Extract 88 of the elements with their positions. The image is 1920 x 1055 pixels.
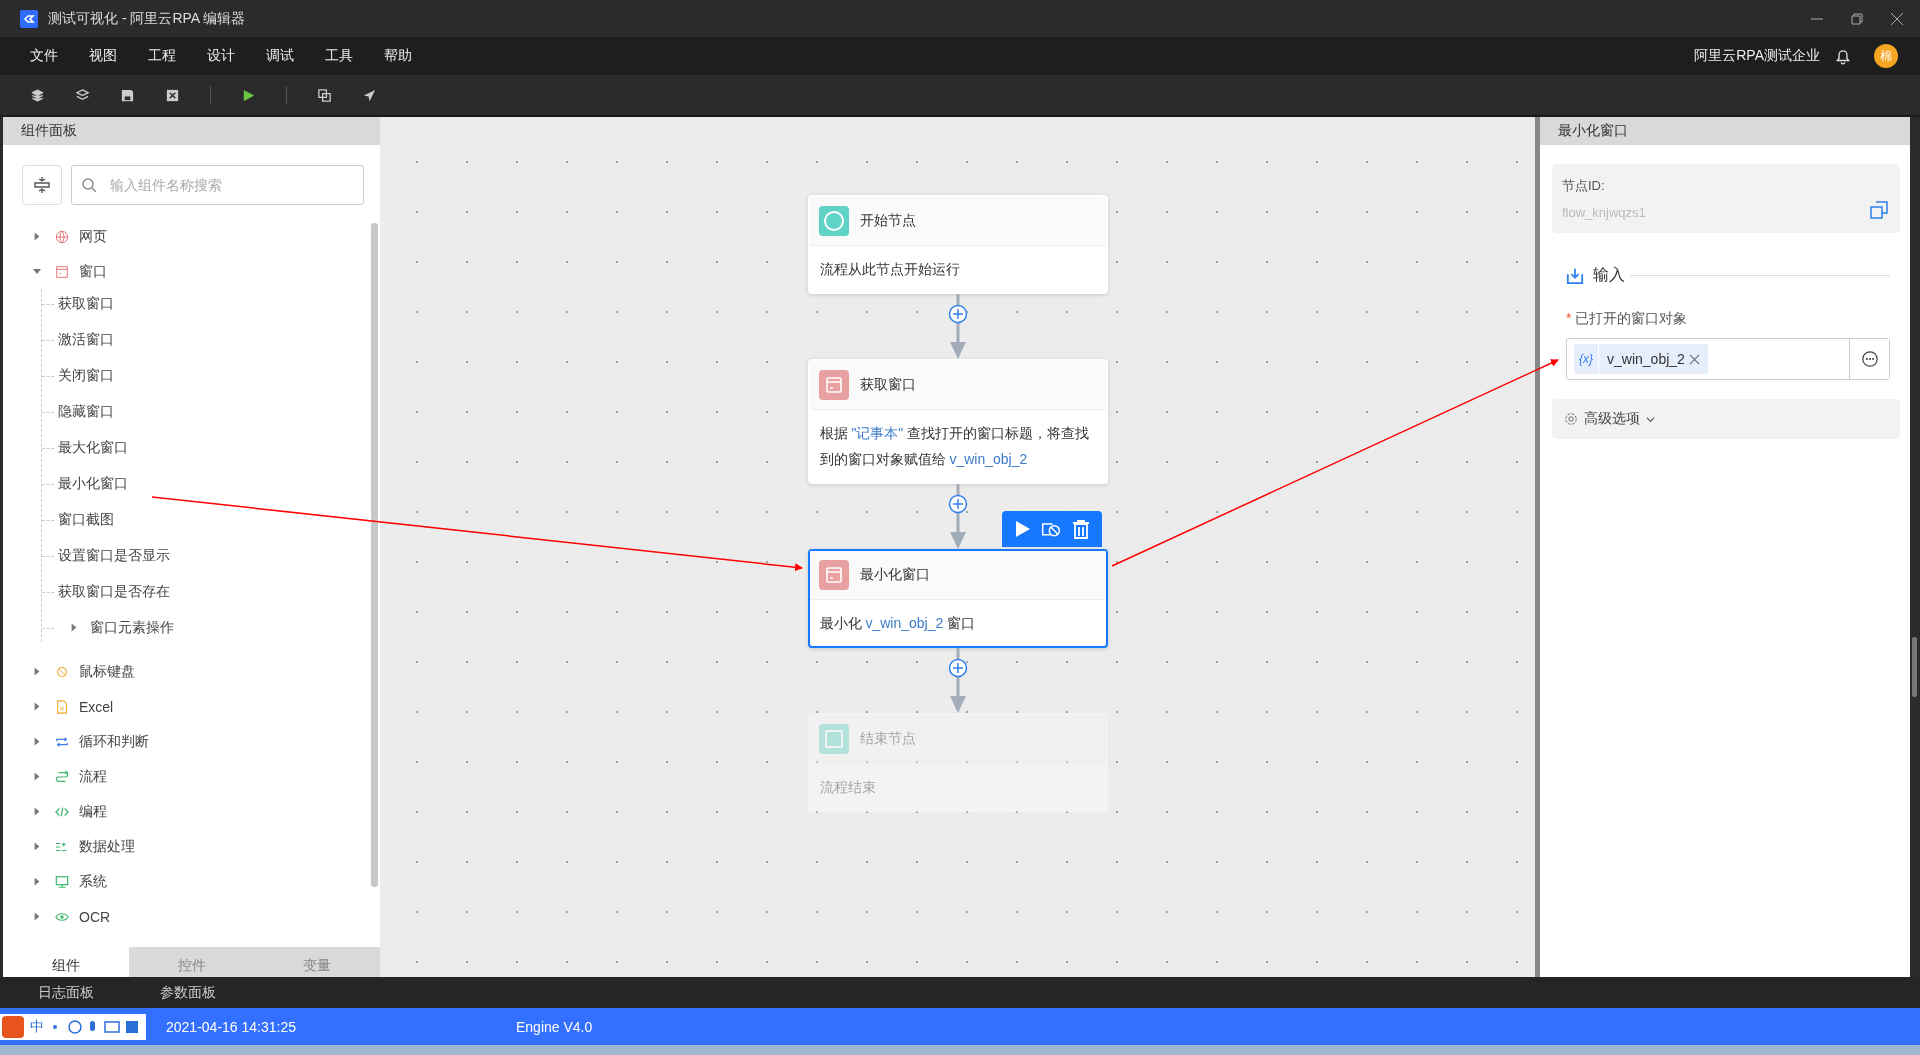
excel-icon	[55, 699, 69, 714]
bell-icon[interactable]	[1834, 47, 1852, 65]
restore-icon[interactable]	[1850, 11, 1864, 26]
tree-item[interactable]: 隐藏窗口	[42, 397, 371, 426]
scrollbar-thumb[interactable]	[1912, 637, 1917, 697]
search-icon	[81, 177, 97, 193]
ime-mode[interactable]: 中	[30, 1017, 44, 1036]
import-icon	[1566, 266, 1584, 285]
tree-item[interactable]: 获取窗口是否存在	[42, 577, 371, 606]
end-node-icon	[818, 724, 849, 754]
flow-node[interactable]: 获取窗口 根据 "记事本" 查找打开的窗口标题，将查找到的窗口对象赋值给 v_win_obj_2	[807, 359, 1108, 484]
window-icon	[55, 264, 69, 279]
flow-icon	[55, 769, 69, 784]
flow-node[interactable]: 最小化窗口 最小化 v_win_obj_2 窗口	[807, 549, 1108, 648]
node-title: 开始节点	[859, 212, 916, 230]
tree-item[interactable]: 关闭窗口	[42, 361, 371, 390]
chevron-down-icon	[1646, 414, 1655, 424]
bottom-panel-tab[interactable]: 日志面板	[38, 983, 94, 1002]
tree-item[interactable]: 窗口截图	[42, 505, 371, 534]
tree-item[interactable]: 数据处理	[3, 829, 371, 864]
field-label: 已打开的窗口对象	[1575, 310, 1688, 328]
node-description: 流程从此节点开始运行	[819, 260, 961, 279]
menu-item[interactable]: 文件	[30, 47, 58, 65]
node-title: 最小化窗口	[859, 566, 930, 584]
close-icon[interactable]	[1890, 11, 1904, 26]
panel-header: 组件面板	[3, 117, 380, 145]
window-node-icon	[818, 370, 849, 400]
collapse-button[interactable]	[22, 165, 62, 205]
menu-item[interactable]: 调试	[266, 47, 294, 65]
engine-version: Engine V4.0	[516, 1018, 593, 1035]
tree-item[interactable]: 流程	[3, 759, 371, 794]
tree-item[interactable]: 系统	[3, 864, 371, 899]
node-title: 获取窗口	[859, 376, 916, 394]
node-title: 结束节点	[859, 730, 916, 748]
tree-item[interactable]: Excel	[3, 689, 371, 724]
saved-time: 2021-04-16 14:31:25	[166, 1018, 296, 1035]
tree-item[interactable]: 最大化窗口	[42, 433, 371, 462]
tree-item[interactable]: 最小化窗口	[42, 469, 371, 498]
menu-item[interactable]: 设计	[207, 47, 235, 65]
start-node-icon	[818, 206, 849, 236]
tree-item[interactable]: 激活窗口	[42, 325, 371, 354]
node-description: 流程结束	[819, 778, 877, 797]
node-description: 根据 "记事本" 查找打开的窗口标题，将查找到的窗口对象赋值给 v_win_obj_2	[819, 424, 1091, 469]
delete-icon[interactable]	[1070, 519, 1091, 539]
section-title: 输入	[1593, 265, 1625, 285]
tree-item[interactable]: 网页	[3, 219, 371, 254]
tree-item[interactable]: 获取窗口	[42, 289, 371, 318]
gear-icon	[1564, 412, 1578, 426]
tree-item[interactable]: 设置窗口是否显示	[42, 541, 371, 570]
panel-header: 最小化窗口	[1540, 117, 1910, 145]
add-node-icon[interactable]	[947, 304, 968, 324]
tree-item[interactable]: 循环和判断	[3, 724, 371, 759]
node-description: 最小化 v_win_obj_2 窗口	[819, 614, 977, 633]
ime-tools-drawing[interactable]	[50, 1018, 140, 1035]
add-node-icon[interactable]	[947, 494, 968, 514]
copy-icon[interactable]	[317, 87, 332, 103]
tree-item[interactable]: 鼠标键盘	[3, 654, 371, 689]
menu-item[interactable]: 视图	[89, 47, 117, 65]
advanced-options-toggle[interactable]: 高级选项	[1552, 399, 1900, 439]
app-logo-icon	[20, 9, 38, 28]
add-node-icon[interactable]	[947, 658, 968, 678]
layers-icon[interactable]	[30, 87, 45, 103]
close-box-icon[interactable]	[165, 87, 180, 103]
window-title: 测试可视化 - 阿里云RPA 编辑器	[48, 9, 246, 28]
menu-item[interactable]: 工程	[148, 47, 176, 65]
tree-item[interactable]: OCR	[3, 899, 371, 934]
bottom-panel-tab[interactable]: 参数面板	[160, 983, 216, 1002]
required-mark: *	[1566, 310, 1572, 328]
run-icon[interactable]	[241, 87, 256, 103]
tree-item[interactable]: 窗口	[3, 254, 371, 289]
window-node-icon	[818, 560, 849, 590]
search-field[interactable]: 输入组件名称搜索	[71, 165, 364, 205]
collapse-icon	[32, 175, 52, 195]
tree-item[interactable]: 窗口元素操作	[42, 613, 371, 642]
layers-icon[interactable]	[75, 87, 90, 103]
menu-item[interactable]: 工具	[325, 47, 353, 65]
organization-name: 阿里云RPA测试企业	[1694, 47, 1820, 65]
tree-item[interactable]: 编程	[3, 794, 371, 829]
menu-item[interactable]: 帮助	[384, 47, 412, 65]
ime-logo-icon	[2, 1015, 24, 1038]
send-icon[interactable]	[362, 87, 377, 103]
mouse-icon	[55, 664, 69, 679]
flow-node[interactable]: 开始节点 流程从此节点开始运行	[807, 195, 1108, 294]
monitor-icon	[55, 874, 69, 889]
save-icon[interactable]	[120, 87, 135, 103]
globe-icon	[55, 229, 69, 244]
node-id-label: 节点ID:	[1562, 177, 1606, 195]
scrollbar[interactable]	[371, 223, 378, 887]
